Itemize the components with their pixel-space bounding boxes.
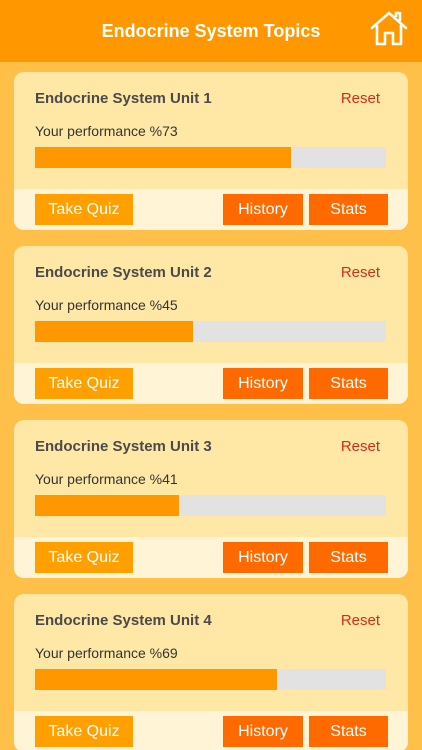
- action-row: Take Quiz History Stats: [14, 189, 408, 230]
- history-button[interactable]: History: [223, 368, 303, 399]
- history-button[interactable]: History: [223, 716, 303, 747]
- page-title: Endocrine System Topics: [101, 20, 321, 41]
- house-icon: [370, 11, 408, 46]
- reset-button[interactable]: Reset: [341, 264, 380, 281]
- unit-title: Endocrine System Unit 1: [35, 90, 212, 107]
- stats-button[interactable]: Stats: [309, 716, 388, 747]
- performance-bar: [35, 321, 386, 342]
- performance-label: Your performance %45: [35, 297, 178, 313]
- app-header: Endocrine System Topics: [0, 0, 422, 62]
- performance-bar-fill: [35, 147, 292, 168]
- unit-card-4: Endocrine System Unit 4 Reset Your perfo…: [14, 594, 408, 750]
- home-button[interactable]: [368, 8, 410, 48]
- stats-button[interactable]: Stats: [309, 194, 388, 225]
- action-row: Take Quiz History Stats: [14, 363, 408, 404]
- take-quiz-button[interactable]: Take Quiz: [35, 542, 133, 573]
- performance-label: Your performance %69: [35, 645, 178, 661]
- performance-bar-fill: [35, 669, 278, 690]
- take-quiz-button[interactable]: Take Quiz: [35, 716, 133, 747]
- reset-button[interactable]: Reset: [341, 612, 380, 629]
- take-quiz-button[interactable]: Take Quiz: [35, 368, 133, 399]
- history-button[interactable]: History: [223, 194, 303, 225]
- unit-title: Endocrine System Unit 3: [35, 438, 212, 455]
- performance-bar-fill: [35, 321, 193, 342]
- stats-button[interactable]: Stats: [309, 542, 388, 573]
- action-row: Take Quiz History Stats: [14, 537, 408, 578]
- performance-label: Your performance %41: [35, 471, 178, 487]
- unit-card-1: Endocrine System Unit 1 Reset Your perfo…: [14, 72, 408, 230]
- performance-bar: [35, 147, 386, 168]
- performance-bar: [35, 669, 386, 690]
- performance-label: Your performance %73: [35, 123, 178, 139]
- reset-button[interactable]: Reset: [341, 90, 380, 107]
- history-button[interactable]: History: [223, 542, 303, 573]
- stats-button[interactable]: Stats: [309, 368, 388, 399]
- performance-bar: [35, 495, 386, 516]
- performance-bar-fill: [35, 495, 179, 516]
- unit-card-2: Endocrine System Unit 2 Reset Your perfo…: [14, 246, 408, 404]
- reset-button[interactable]: Reset: [341, 438, 380, 455]
- unit-title: Endocrine System Unit 4: [35, 612, 212, 629]
- unit-title: Endocrine System Unit 2: [35, 264, 212, 281]
- action-row: Take Quiz History Stats: [14, 711, 408, 750]
- take-quiz-button[interactable]: Take Quiz: [35, 194, 133, 225]
- unit-card-3: Endocrine System Unit 3 Reset Your perfo…: [14, 420, 408, 578]
